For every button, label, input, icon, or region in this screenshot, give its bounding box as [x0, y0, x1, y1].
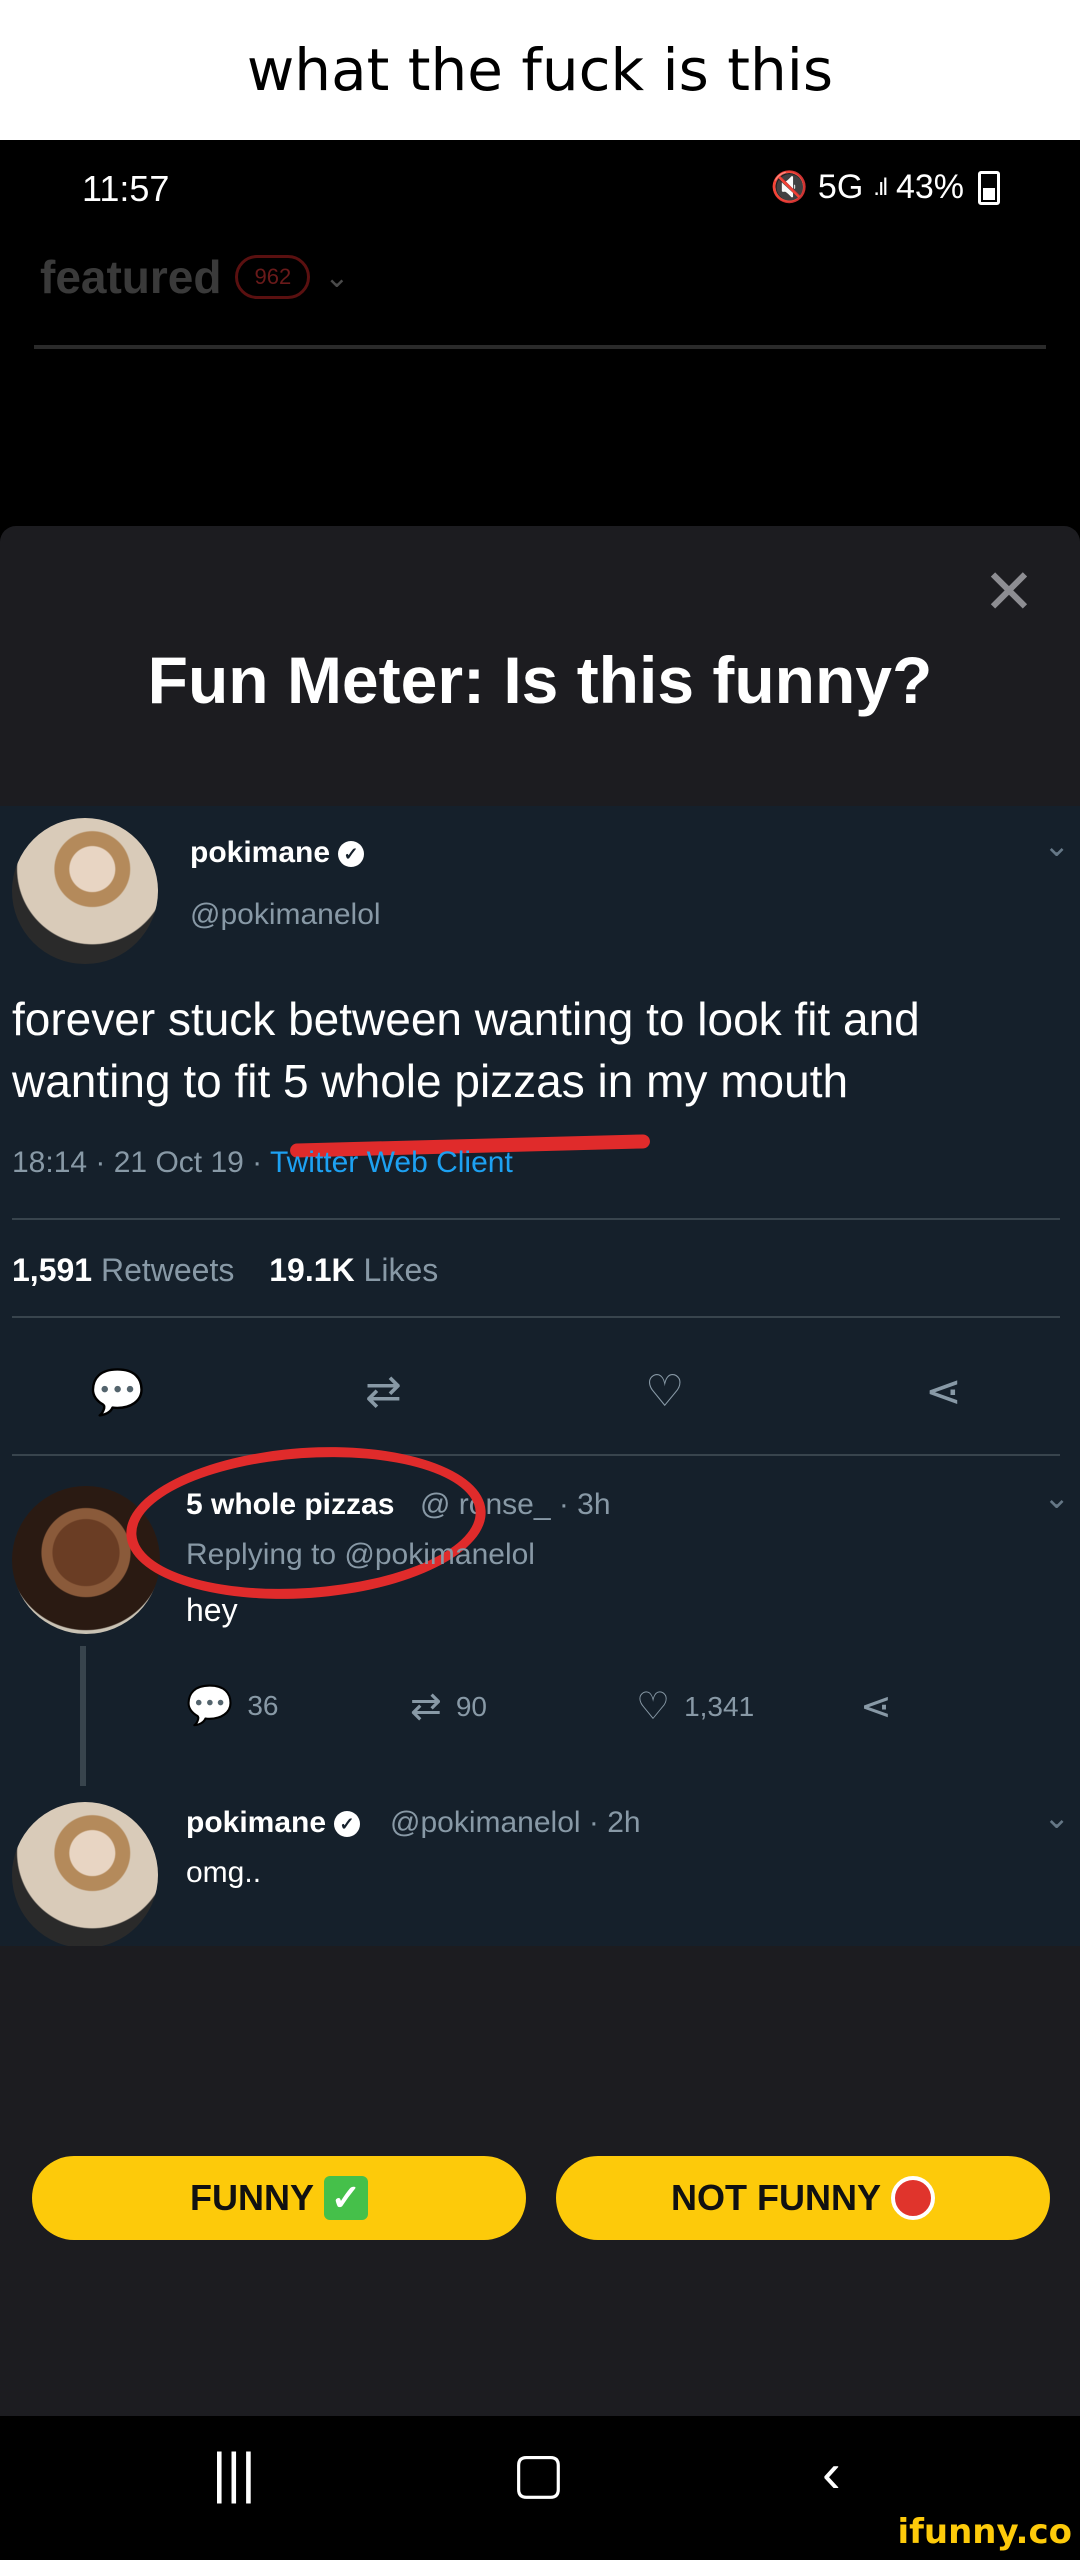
heart-icon: ♡ — [636, 1686, 671, 1728]
tweet-client: Twitter Web Client — [269, 1146, 513, 1179]
retweet-icon: ⇄ — [365, 1367, 402, 1416]
retweet-action[interactable]: ⇄ — [365, 1366, 402, 1417]
share-icon: ⋖ — [860, 1686, 892, 1728]
phone-screen: 11:57 🔇 5G .ıl 43% featured 962 ⌄ ✕ Fun … — [0, 140, 1080, 2560]
back-icon[interactable]: ‹ — [822, 2440, 841, 2505]
verified-icon: ✓ — [338, 841, 365, 868]
divider — [12, 1454, 1060, 1456]
stop-icon — [891, 2176, 935, 2220]
verified-icon: ✓ — [334, 1811, 361, 1838]
retweet-icon: ⇄ — [410, 1686, 442, 1728]
meme-image: pokimane ✓ @pokimanelol ⌄ forever stuck b… — [0, 806, 1080, 1946]
tweet-meta: 18:14 · 21 Oct 19 · Twitter Web Client — [12, 1146, 513, 1180]
modal-title: Fun Meter: Is this funny? — [147, 643, 933, 717]
feed-selector[interactable]: featured 962 ⌄ — [40, 250, 349, 304]
reply-reply-action[interactable]: 💬 36 — [186, 1684, 278, 1728]
retweets-label: Retweets — [100, 1252, 235, 1288]
battery-label: 43% — [895, 168, 964, 206]
tweet-stats: 1,591 Retweets 19.1K Likes — [12, 1252, 438, 1289]
tweet-handle: @pokimanelol — [190, 898, 381, 931]
feed-divider — [34, 345, 1046, 349]
chevron-down-icon: ⌄ — [1043, 1799, 1070, 1835]
chevron-down-icon: ⌄ — [324, 260, 350, 294]
like-action[interactable]: ♡ — [645, 1366, 684, 1417]
reply2-handle-time: @pokimanelol · 2h — [390, 1806, 641, 1839]
tweet-text-line2: wanting to fit 5 whole pizzas in my mout… — [12, 1055, 849, 1107]
tweet-timestamp: 18:14 · 21 Oct 19 · — [12, 1146, 270, 1179]
not-funny-button-label: NOT FUNNY — [671, 2177, 881, 2218]
chevron-down-icon: ⌄ — [1043, 1479, 1070, 1515]
home-icon[interactable]: ▢ — [512, 2440, 565, 2506]
fun-meter-modal: ✕ Fun Meter: Is this funny? pokimane ✓ @p… — [0, 526, 1080, 2416]
retweet-count: 90 — [455, 1690, 487, 1722]
check-icon: ✓ — [324, 2176, 368, 2220]
tweet-text-line1: forever stuck between wanting to look fi… — [12, 993, 920, 1045]
not-funny-button[interactable]: NOT FUNNY — [556, 2156, 1050, 2240]
status-bar: 11:57 🔇 5G .ıl 43% — [0, 140, 1080, 240]
tweet-author-row: pokimane ✓ — [190, 836, 365, 870]
likes-count: 19.1K — [269, 1252, 355, 1288]
divider — [12, 1218, 1060, 1220]
reply2-author-row: pokimane ✓ — [186, 1806, 361, 1840]
reply-retweet-action[interactable]: ⇄ 90 — [410, 1684, 487, 1729]
reply2-author-name: pokimane — [186, 1806, 327, 1839]
funny-button-label: FUNNY — [190, 2177, 314, 2218]
meme-caption: what the fuck is this — [0, 0, 1080, 140]
chevron-down-icon: ⌄ — [1043, 827, 1070, 863]
close-icon[interactable]: ✕ — [978, 562, 1040, 624]
tweet-author-name: pokimane — [190, 836, 331, 869]
ifunny-watermark: ifunny.co — [897, 2512, 1072, 2552]
share-action[interactable]: ⋖ — [925, 1366, 962, 1417]
reply-action[interactable]: 💬 — [90, 1366, 145, 1418]
mute-icon: 🔇 — [770, 171, 808, 204]
avatar — [12, 818, 158, 964]
reply-text: hey — [186, 1592, 238, 1628]
status-time: 11:57 — [82, 168, 170, 209]
battery-icon — [978, 170, 1000, 205]
retweets-count: 1,591 — [12, 1252, 93, 1288]
thread-line — [80, 1646, 86, 1786]
status-icons: 🔇 5G .ıl 43% — [771, 168, 1000, 207]
comment-icon: 💬 — [90, 1368, 145, 1417]
like-count: 1,341 — [684, 1690, 755, 1722]
reply2-text: omg.. — [186, 1856, 262, 1889]
feed-label: featured — [40, 251, 222, 303]
signal-icon: .ıl — [873, 173, 888, 201]
share-icon: ⋖ — [925, 1367, 962, 1416]
avatar — [12, 1802, 158, 1946]
divider — [12, 1316, 1060, 1318]
comment-icon: 💬 — [186, 1685, 234, 1727]
heart-icon: ♡ — [645, 1367, 685, 1416]
funny-button[interactable]: FUNNY ✓ — [32, 2156, 526, 2240]
feed-count-badge: 962 — [235, 255, 311, 299]
likes-label: Likes — [363, 1252, 439, 1288]
red-circle-annotation — [121, 1435, 491, 1611]
network-label: 5G — [817, 168, 864, 206]
reply-replying-to: Replying to @pokimanelol — [186, 1538, 535, 1571]
reply-like-action[interactable]: ♡ 1,341 — [636, 1684, 754, 1729]
recent-apps-icon[interactable]: ||| — [212, 2440, 256, 2505]
reply-count: 36 — [247, 1690, 279, 1721]
caption-text: what the fuck is this — [246, 36, 834, 104]
reply-share-action[interactable]: ⋖ — [860, 1684, 892, 1729]
